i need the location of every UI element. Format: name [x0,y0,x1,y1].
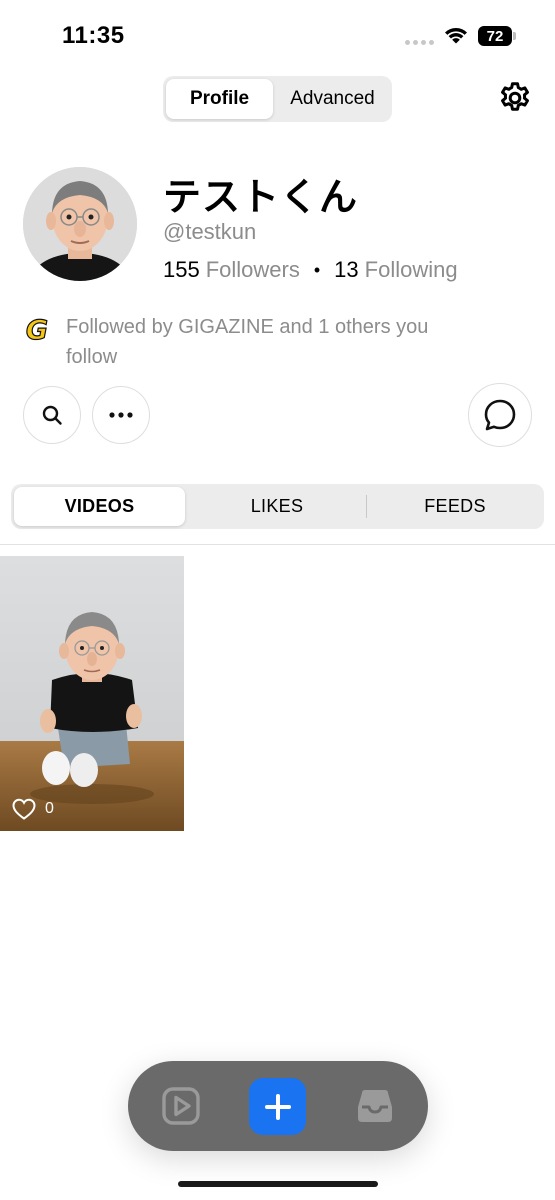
stats-separator: • [313,259,321,280]
tab-videos[interactable]: VIDEOS [14,487,185,526]
following-link[interactable]: 13 Following [334,257,457,283]
avatar[interactable] [23,167,137,281]
message-button[interactable] [468,383,532,447]
followers-label: Followers [205,257,300,282]
profile-mode-switch: Profile Advanced [163,76,392,122]
status-bar: 11:35 72 [0,0,555,70]
gigazine-logo-icon: G [25,315,48,343]
tab-likes[interactable]: LIKES [191,487,363,526]
add-button[interactable] [249,1078,306,1135]
followed-by-text: Followed by GIGAZINE and 1 others you fo… [66,316,429,368]
content-tabs: VIDEOS LIKES FEEDS [11,484,544,529]
wifi-icon [445,27,467,44]
video-like-count: 0 [11,797,54,821]
battery-cap [513,32,516,40]
follow-stats: 155 Followers • 13 Following [163,257,458,283]
add-icon [264,1093,291,1120]
message-bubble-icon [484,399,516,431]
gear-icon[interactable] [497,80,533,116]
followers-link[interactable]: 155 Followers [163,257,300,283]
bottom-nav [128,1061,428,1151]
svg-text:G: G [26,315,48,343]
more-button[interactable] [92,386,150,444]
divider [0,544,555,545]
followers-count: 155 [163,257,200,282]
battery-indicator: 72 [478,26,512,46]
tab-feeds[interactable]: FEEDS [369,487,541,526]
display-name: テストくん [163,177,359,219]
cellular-signal-icon [405,40,434,45]
search-button[interactable] [23,386,81,444]
tab-profile[interactable]: Profile [166,79,273,119]
following-count: 13 [334,257,359,282]
tab-divider [366,495,367,518]
video-thumbnail[interactable]: 0 [0,556,184,831]
status-time: 11:35 [62,22,125,49]
home-indicator [178,1181,378,1187]
more-icon [109,412,133,418]
tab-advanced[interactable]: Advanced [276,79,389,119]
play-icon[interactable] [160,1085,202,1127]
like-count: 0 [45,800,54,817]
heart-icon [12,798,36,820]
following-label: Following [364,257,458,282]
inbox-icon[interactable] [354,1085,396,1127]
search-icon [42,405,62,425]
user-handle: @testkun [163,219,257,244]
